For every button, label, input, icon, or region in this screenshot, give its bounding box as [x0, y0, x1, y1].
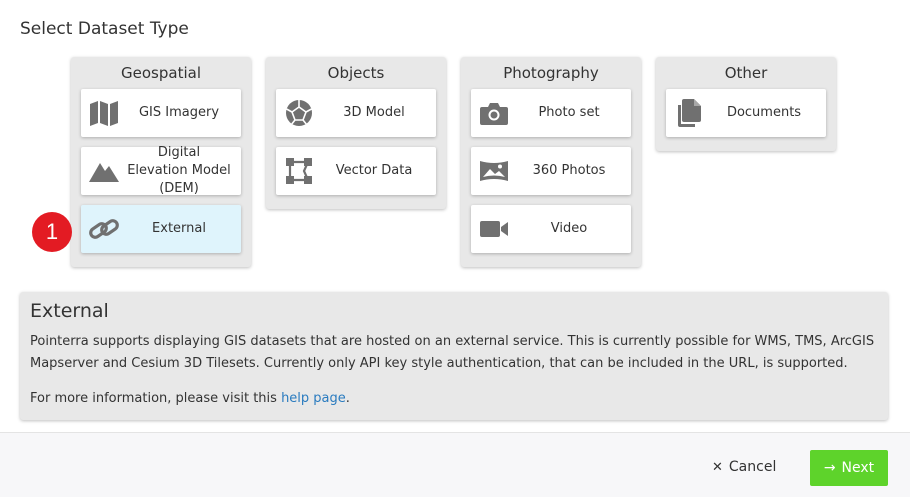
- tile-documents[interactable]: Documents: [666, 89, 826, 137]
- group-title: Photography: [503, 64, 599, 82]
- tile-label: Vector Data: [335, 163, 413, 178]
- tile-label: Digital Elevation Model (DEM): [127, 145, 231, 196]
- camera-icon: [471, 89, 517, 137]
- polyhedron-icon: [276, 89, 322, 137]
- help-page-link[interactable]: help page: [281, 391, 346, 406]
- mountain-icon: [81, 147, 127, 195]
- close-icon: ✕: [712, 459, 723, 475]
- tile-photo-set[interactable]: Photo set: [471, 89, 631, 137]
- tile-label: Documents: [726, 105, 802, 120]
- vector-icon: [276, 147, 322, 195]
- info-more-prefix: For more information, please visit this: [30, 391, 282, 406]
- info-title: External: [30, 300, 109, 322]
- link-icon: [81, 205, 127, 253]
- cancel-button[interactable]: ✕ Cancel: [700, 453, 788, 481]
- group-title: Geospatial: [121, 64, 201, 82]
- tile-external[interactable]: External: [81, 205, 241, 253]
- panorama-icon: [471, 147, 517, 195]
- page-title: Select Dataset Type: [20, 19, 189, 39]
- group-geospatial: Geospatial GIS Imagery Digital Elevation…: [71, 57, 251, 267]
- info-more: For more information, please visit this …: [30, 388, 878, 410]
- arrow-right-icon: →: [823, 460, 836, 476]
- documents-icon: [666, 89, 712, 137]
- tile-360-photos[interactable]: 360 Photos: [471, 147, 631, 195]
- next-button[interactable]: → Next: [810, 450, 888, 486]
- tile-gis-imagery[interactable]: GIS Imagery: [81, 89, 241, 137]
- tile-video[interactable]: Video: [471, 205, 631, 253]
- map-icon: [81, 89, 127, 137]
- tile-label: 3D Model: [343, 105, 405, 120]
- group-photography: Photography Photo set 360 Photos Video: [461, 57, 641, 267]
- group-objects: Objects 3D Model Vector Data: [266, 57, 446, 209]
- info-panel: External Pointerra supports displaying G…: [20, 292, 888, 420]
- step-badge: 1: [32, 212, 72, 252]
- dialog-footer: ✕ Cancel → Next: [0, 432, 910, 497]
- group-other: Other Documents: [656, 57, 836, 151]
- tile-label: Video: [550, 221, 588, 236]
- group-title: Objects: [327, 64, 385, 82]
- tile-3d-model[interactable]: 3D Model: [276, 89, 436, 137]
- info-description: Pointerra supports displaying GIS datase…: [30, 334, 875, 371]
- video-icon: [471, 205, 517, 253]
- tile-vector-data[interactable]: Vector Data: [276, 147, 436, 195]
- tile-label: 360 Photos: [532, 163, 606, 178]
- cancel-label: Cancel: [728, 459, 777, 475]
- tile-dem[interactable]: Digital Elevation Model (DEM): [81, 145, 241, 196]
- group-title: Other: [724, 64, 768, 82]
- next-label: Next: [841, 460, 875, 476]
- tile-label: External: [152, 221, 206, 236]
- info-more-suffix: .: [345, 391, 350, 406]
- tile-label: GIS Imagery: [138, 105, 220, 120]
- tile-label: Photo set: [538, 105, 600, 120]
